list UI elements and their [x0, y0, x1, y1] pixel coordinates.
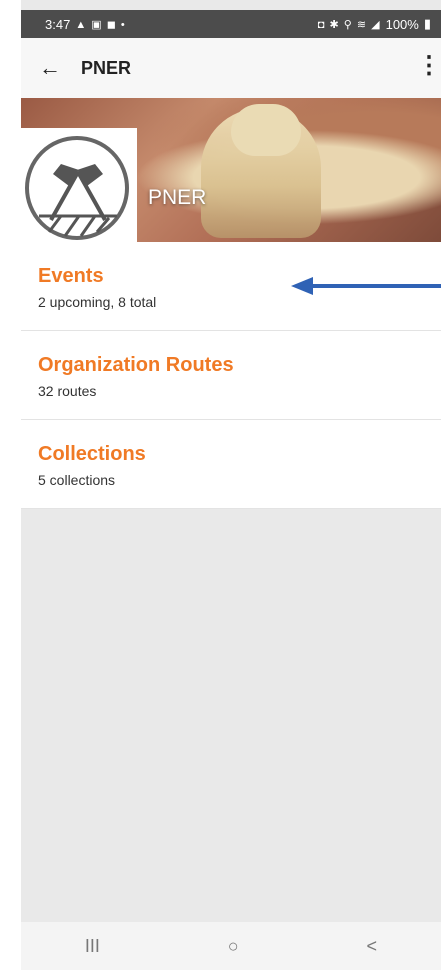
organization-logo	[21, 128, 137, 242]
menu-item-collections[interactable]: Collections 5 collections	[21, 420, 441, 509]
nav-back-icon[interactable]: <	[367, 936, 378, 957]
app-bar: ← PNER ⋮	[21, 38, 441, 98]
battery-icon: ▮	[423, 16, 431, 31]
more-vert-icon[interactable]: ⋮	[417, 54, 441, 78]
system-icons: ◘ ✱ ⚲ ≋ ◢	[317, 18, 381, 31]
status-time: 3:47	[45, 16, 71, 32]
home-icon[interactable]: ○	[228, 936, 239, 957]
menu-item-organization-routes[interactable]: Organization Routes 32 routes	[21, 331, 441, 420]
organization-banner: PNER	[21, 98, 441, 242]
system-nav-bar: III ○ <	[21, 922, 441, 970]
page-title: PNER	[81, 57, 132, 78]
phone-screen: 3:47 ▲ ▣ ◼ • ◘ ✱ ⚲ ≋ ◢ 100% ▮ ← PNER ⋮ P…	[21, 0, 441, 970]
recent-apps-icon[interactable]: III	[85, 936, 100, 957]
menu-item-title: Organization Routes	[38, 354, 234, 376]
back-arrow-icon[interactable]: ←	[25, 55, 75, 81]
banner-title: PNER	[148, 186, 207, 209]
menu-item-events[interactable]: Events 2 upcoming, 8 total	[21, 242, 441, 331]
notification-icons: ▲ ▣ ◼ •	[75, 18, 126, 31]
menu-item-title: Collections	[38, 443, 146, 465]
banner-photo-animal-head	[231, 104, 301, 156]
crossed-flags-logo-icon	[25, 136, 129, 240]
menu-item-subtitle: 32 routes	[38, 383, 97, 399]
battery-percent: 100%	[385, 16, 419, 32]
menu-item-subtitle: 5 collections	[38, 472, 116, 488]
menu-list: Events 2 upcoming, 8 total Organization …	[21, 242, 441, 509]
status-bar: 3:47 ▲ ▣ ◼ • ◘ ✱ ⚲ ≋ ◢ 100% ▮	[21, 10, 441, 38]
annotation-arrow-icon	[291, 277, 441, 295]
